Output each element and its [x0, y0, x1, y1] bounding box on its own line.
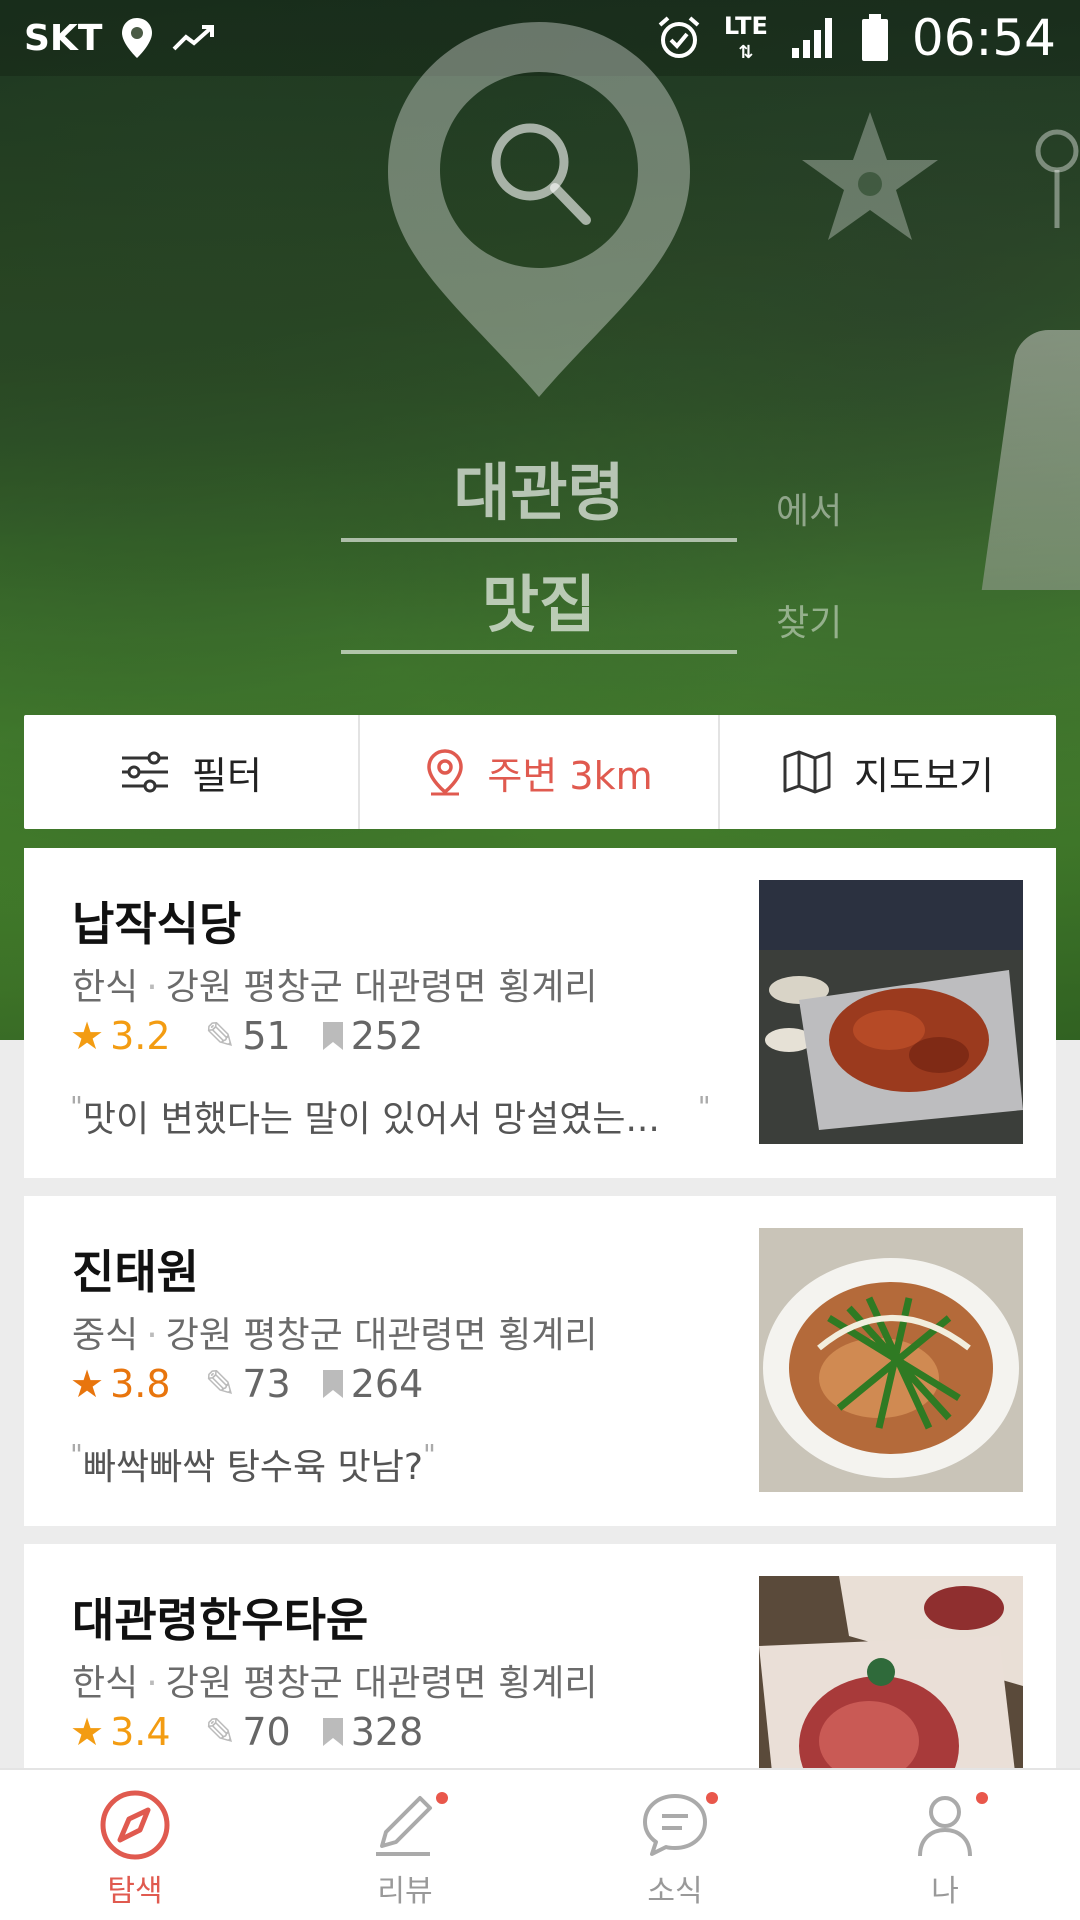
signal-icon — [791, 18, 832, 58]
bookmark-icon — [322, 1370, 343, 1398]
keyword-input[interactable]: 맛집 — [341, 544, 737, 654]
notification-badge — [976, 1792, 988, 1804]
battery-icon — [861, 14, 888, 61]
pencil-icon: ✎ — [204, 1710, 237, 1754]
bookmark-count: 264 — [350, 1362, 424, 1406]
bookmark-count: 252 — [350, 1014, 424, 1058]
restaurant-meta: 한식 · 강원 평창군 대관령면 횡계리 — [72, 1663, 598, 1704]
restaurant-category: 한식 — [72, 967, 139, 1008]
location-suffix: 에서 — [776, 491, 843, 532]
review-count: 73 — [242, 1362, 291, 1406]
review-count: 51 — [242, 1014, 291, 1058]
filter-button[interactable]: 필터 — [24, 715, 360, 829]
tab-label: 리뷰 — [377, 1874, 433, 1909]
nearby-button[interactable]: 주변 3km — [360, 715, 720, 829]
nearby-label: 주변 3km — [487, 753, 653, 798]
filter-bar: 필터 주변 3km 지도보기 — [24, 715, 1056, 829]
pencil-icon: ✎ — [204, 1014, 237, 1058]
compass-icon — [100, 1790, 170, 1860]
restaurant-stats: ★ 3.8 ✎ 73 264 — [70, 1362, 453, 1406]
star-icon: ★ — [70, 1362, 105, 1406]
restaurant-stats: ★ 3.2 ✎ 51 252 — [70, 1014, 453, 1058]
tab-me[interactable]: 나 — [810, 1770, 1080, 1920]
pencil-icon: ✎ — [204, 1362, 237, 1406]
restaurant-stats: ★ 3.4 ✎ 70 328 — [70, 1710, 453, 1754]
restaurant-address: 강원 평창군 대관령면 횡계리 — [165, 1315, 598, 1356]
map-icon — [783, 750, 831, 794]
keyword-value: 맛집 — [481, 568, 597, 641]
map-view-label: 지도보기 — [854, 753, 994, 798]
pencil-icon — [376, 1796, 432, 1856]
search-pin-icon — [388, 22, 690, 397]
hero-path-decoration — [981, 330, 1080, 590]
trending-icon — [172, 25, 215, 51]
bookmark-icon — [322, 1022, 343, 1050]
restaurant-card[interactable]: 진태원 중식 · 강원 평창군 대관령면 횡계리 ★ 3.8 ✎ 73 264 "빠… — [24, 1196, 1056, 1526]
tab-explore[interactable]: 탐색 — [0, 1770, 270, 1920]
carrier-label: SKT — [24, 17, 103, 59]
rating-value: 3.8 — [110, 1362, 171, 1406]
restaurant-name: 대관령한우타운 — [72, 1593, 369, 1647]
tab-label: 탐색 — [107, 1874, 163, 1909]
review-count: 70 — [242, 1710, 291, 1754]
person-icon — [918, 1796, 972, 1857]
restaurant-photo — [759, 880, 1023, 1144]
search-pin-button[interactable] — [376, 12, 702, 402]
location-marker-icon[interactable] — [1034, 126, 1080, 230]
star-icon: ★ — [70, 1014, 105, 1058]
restaurant-card[interactable]: 납작식당 한식 · 강원 평창군 대관령면 횡계리 ★ 3.2 ✎ 51 252 "… — [24, 848, 1056, 1178]
restaurant-meta: 한식 · 강원 평창군 대관령면 횡계리 — [72, 967, 598, 1008]
restaurant-name: 진태원 — [72, 1245, 199, 1299]
location-input[interactable]: 대관령 — [341, 432, 737, 542]
restaurant-category: 중식 — [72, 1315, 139, 1356]
sliders-icon — [122, 751, 169, 793]
tab-review[interactable]: 리뷰 — [270, 1770, 540, 1920]
location-status-icon — [122, 18, 153, 58]
location-pin-icon — [427, 749, 464, 796]
notification-badge — [436, 1792, 448, 1804]
restaurant-address: 강원 평창군 대관령면 횡계리 — [165, 967, 598, 1008]
favorite-star-icon[interactable] — [800, 108, 940, 244]
keyword-suffix: 찾기 — [776, 603, 843, 644]
food-photo-image — [759, 880, 1023, 1144]
tab-label: 소식 — [647, 1874, 703, 1909]
network-type: LTE ⇅ — [723, 12, 768, 63]
bookmark-count: 328 — [350, 1710, 424, 1754]
filter-label: 필터 — [192, 753, 262, 798]
review-quote: "빠싹빠싹 탕수육 맛남?" — [70, 1438, 436, 1488]
restaurant-photo — [759, 1228, 1023, 1492]
tab-news[interactable]: 소식 — [540, 1770, 810, 1920]
chat-bubble-icon — [643, 1794, 707, 1856]
bookmark-icon — [322, 1718, 343, 1746]
restaurant-meta: 중식 · 강원 평창군 대관령면 횡계리 — [72, 1315, 598, 1356]
restaurant-category: 한식 — [72, 1663, 139, 1704]
review-quote: "맛이 변했다는 말이 있어서 망설였는... " — [70, 1090, 711, 1140]
bottom-navigation: 탐색 리뷰 소식 나 — [0, 1768, 1080, 1920]
rating-value: 3.4 — [110, 1710, 171, 1754]
food-photo-image — [759, 1228, 1023, 1492]
restaurant-name: 납작식당 — [72, 897, 242, 951]
restaurant-address: 강원 평창군 대관령면 횡계리 — [165, 1663, 598, 1704]
map-view-button[interactable]: 지도보기 — [720, 715, 1056, 829]
notification-badge — [706, 1792, 718, 1804]
tab-label: 나 — [931, 1874, 959, 1909]
star-icon: ★ — [70, 1710, 105, 1754]
location-value: 대관령 — [453, 456, 625, 529]
clock: 06:54 — [911, 9, 1056, 67]
rating-value: 3.2 — [110, 1014, 171, 1058]
